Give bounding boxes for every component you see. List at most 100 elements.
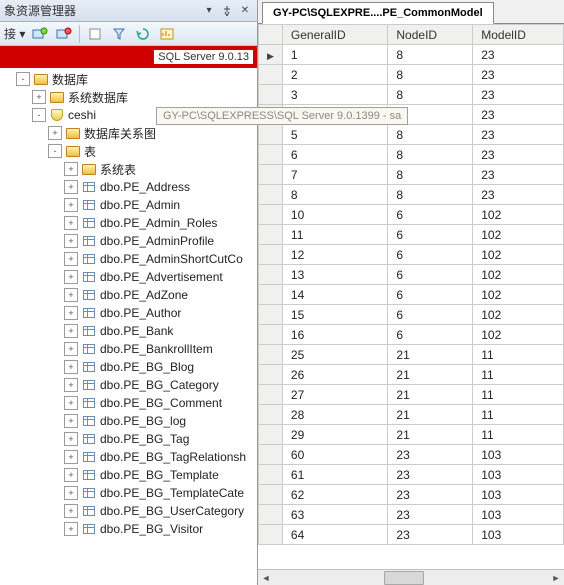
cell[interactable]: 8 [388,45,473,65]
cell[interactable]: 102 [473,305,564,325]
tree-node[interactable]: +dbo.PE_Bank [0,322,257,340]
expand-icon[interactable]: + [64,522,78,536]
expand-icon[interactable]: + [64,504,78,518]
expand-icon[interactable]: + [64,198,78,212]
tree-node[interactable]: +dbo.PE_AdZone [0,286,257,304]
cell[interactable]: 102 [473,265,564,285]
row-selector[interactable] [259,285,283,305]
cell[interactable]: 28 [282,405,387,425]
expand-icon[interactable]: + [64,396,78,410]
row-selector[interactable] [259,225,283,245]
cell[interactable]: 103 [473,465,564,485]
row-selector[interactable] [259,325,283,345]
tree-node[interactable]: +数据库关系图 [0,124,257,142]
cell[interactable]: 102 [473,325,564,345]
table-row[interactable]: 106102 [259,205,564,225]
tree-node[interactable]: -表 [0,142,257,160]
cell[interactable]: 21 [388,425,473,445]
expand-icon[interactable]: + [64,360,78,374]
cell[interactable]: 23 [473,85,564,105]
cell[interactable]: 23 [388,445,473,465]
expand-icon[interactable]: + [64,252,78,266]
table-row[interactable]: 6123103 [259,465,564,485]
collapse-icon[interactable]: - [16,72,30,86]
cell[interactable]: 14 [282,285,387,305]
table-row[interactable]: 6023103 [259,445,564,465]
cell[interactable]: 6 [282,145,387,165]
tree-node[interactable]: +dbo.PE_BG_Blog [0,358,257,376]
cell[interactable]: 6 [388,305,473,325]
expand-icon[interactable]: + [64,324,78,338]
expand-icon[interactable]: + [64,468,78,482]
cell[interactable]: 64 [282,525,387,545]
connect-button[interactable]: 接 ▾ [4,25,25,42]
cell[interactable]: 23 [473,105,564,125]
table-row[interactable]: 6423103 [259,525,564,545]
tab-commonmodel[interactable]: GY-PC\SQLEXPRE....PE_CommonModel [262,2,494,24]
row-selector[interactable] [259,385,283,405]
tree-node[interactable]: -数据库 [0,70,257,88]
tree-node[interactable]: +系统数据库 [0,88,257,106]
tree-node[interactable]: +dbo.PE_Admin_Roles [0,214,257,232]
cell[interactable]: 21 [388,365,473,385]
expand-icon[interactable]: + [64,414,78,428]
row-selector[interactable] [259,465,283,485]
tree-node[interactable]: +dbo.PE_Advertisement [0,268,257,286]
row-selector[interactable] [259,525,283,545]
row-selector[interactable] [259,245,283,265]
collapse-icon[interactable]: - [48,144,62,158]
cell[interactable]: 60 [282,445,387,465]
table-row[interactable]: 136102 [259,265,564,285]
cell[interactable]: 6 [388,325,473,345]
cell[interactable]: 8 [388,125,473,145]
cell[interactable]: 7 [282,165,387,185]
cell[interactable]: 8 [388,85,473,105]
cell[interactable]: 5 [282,125,387,145]
tree-node[interactable]: +dbo.PE_BG_Template [0,466,257,484]
cell[interactable]: 26 [282,365,387,385]
cell[interactable]: 11 [473,405,564,425]
row-selector[interactable] [259,425,283,445]
cell[interactable]: 21 [388,345,473,365]
tree-node[interactable]: +dbo.PE_Admin [0,196,257,214]
table-row[interactable]: 166102 [259,325,564,345]
cell[interactable]: 23 [473,125,564,145]
tree-node[interactable]: +dbo.PE_BG_Category [0,376,257,394]
cell[interactable]: 23 [388,525,473,545]
expand-icon[interactable]: + [32,90,46,104]
row-selector[interactable] [259,505,283,525]
cell[interactable]: 63 [282,505,387,525]
expand-icon[interactable]: + [64,378,78,392]
tree-node[interactable]: +dbo.PE_BG_log [0,412,257,430]
cell[interactable]: 8 [388,185,473,205]
expand-icon[interactable]: + [64,288,78,302]
report-icon[interactable] [158,25,176,43]
cell[interactable]: 23 [388,485,473,505]
refresh-icon[interactable] [134,25,152,43]
scroll-thumb[interactable] [384,571,424,585]
close-icon[interactable]: ✕ [237,4,253,18]
expand-icon[interactable]: + [64,216,78,230]
disconnect-icon[interactable] [55,25,73,43]
row-selector[interactable] [259,485,283,505]
column-header[interactable]: GeneralID [282,25,387,45]
cell[interactable]: 12 [282,245,387,265]
cell[interactable]: 8 [388,65,473,85]
horizontal-scrollbar[interactable]: ◄ ► [258,569,564,585]
cell[interactable]: 1 [282,45,387,65]
tree-node[interactable]: +系统表 [0,160,257,178]
table-row[interactable]: 5823 [259,125,564,145]
cell[interactable]: 23 [473,185,564,205]
row-selector[interactable] [259,305,283,325]
scroll-left-icon[interactable]: ◄ [258,571,274,585]
cell[interactable]: 23 [388,465,473,485]
cell[interactable]: 29 [282,425,387,445]
row-selector[interactable] [259,65,283,85]
row-selector[interactable] [259,165,283,185]
table-row[interactable]: 292111 [259,425,564,445]
tree-node[interactable]: +dbo.PE_BG_Comment [0,394,257,412]
tree-node[interactable]: +dbo.PE_AdminProfile [0,232,257,250]
tree-node[interactable]: +dbo.PE_BG_Tag [0,430,257,448]
cell[interactable]: 6 [388,285,473,305]
cell[interactable]: 10 [282,205,387,225]
